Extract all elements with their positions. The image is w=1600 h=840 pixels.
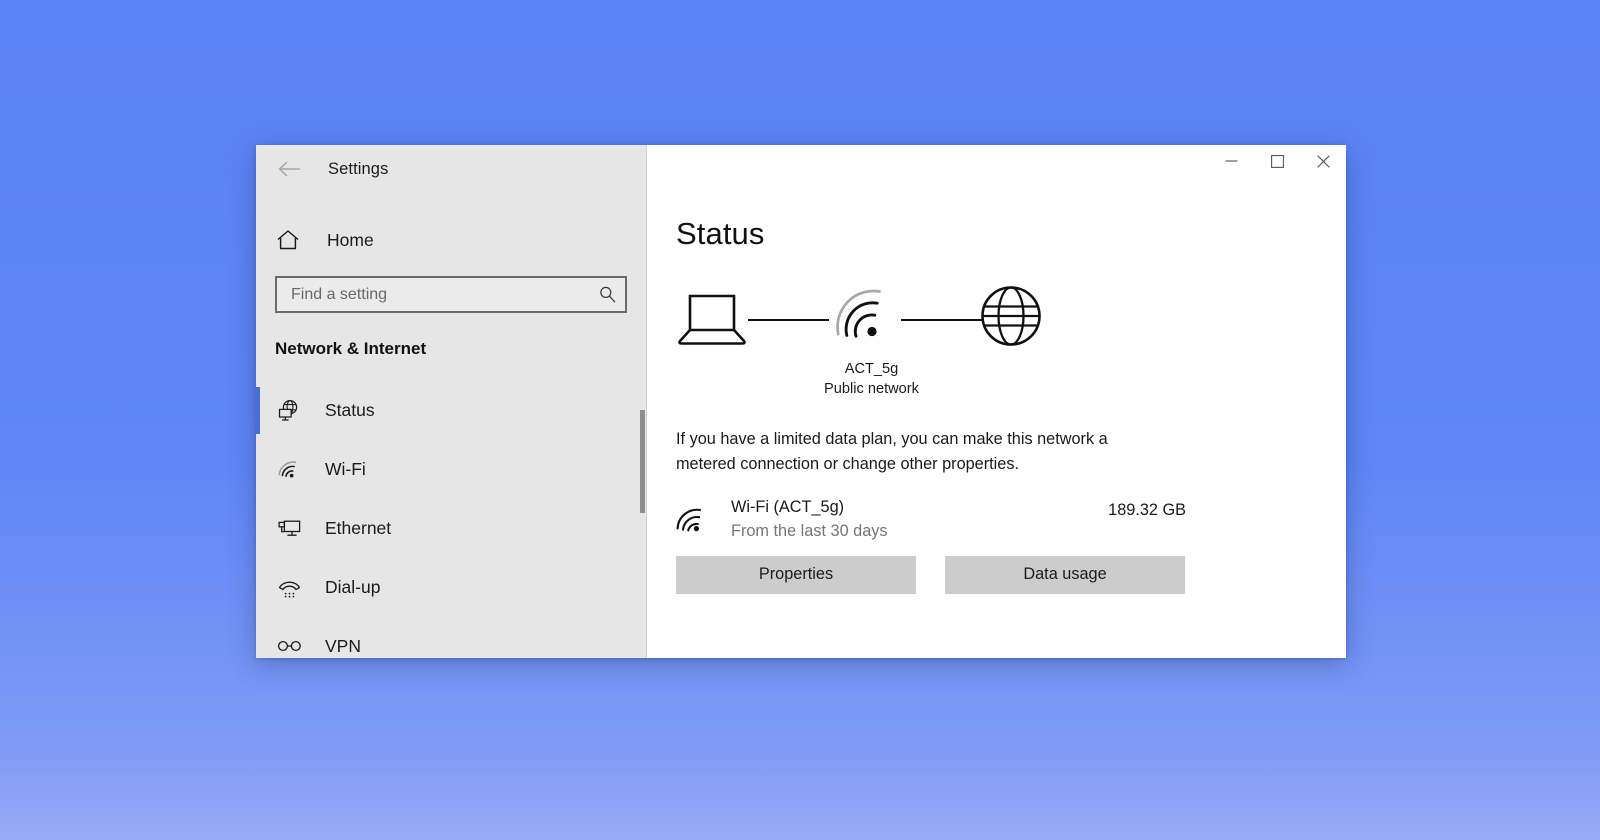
back-arrow-icon xyxy=(277,160,301,178)
sidebar-item-status[interactable]: Status xyxy=(256,381,647,440)
usage-amount: 189.32 GB xyxy=(1108,498,1186,520)
sidebar-titlebar: Settings xyxy=(256,145,647,193)
app-title: Settings xyxy=(328,160,388,179)
usage-period: From the last 30 days xyxy=(731,522,1108,541)
maximize-icon xyxy=(1271,155,1284,168)
ethernet-icon xyxy=(275,515,303,543)
sidebar-item-ethernet[interactable]: Ethernet xyxy=(256,499,647,558)
data-usage-summary: Wi-Fi (ACT_5g) From the last 30 days 189… xyxy=(676,498,1186,542)
globe-icon xyxy=(979,284,1043,353)
laptop-icon xyxy=(676,289,748,352)
sidebar-item-label: Status xyxy=(325,400,375,421)
metered-description: If you have a limited data plan, you can… xyxy=(676,427,1156,477)
minimize-button[interactable] xyxy=(1208,145,1254,177)
network-diagram: ACT_5g Public network xyxy=(676,281,1096,391)
home-icon xyxy=(276,229,306,251)
network-status-icon xyxy=(275,397,303,425)
main-content: Status xyxy=(647,145,1346,658)
sidebar-item-home[interactable]: Home xyxy=(256,218,647,262)
home-label: Home xyxy=(327,230,374,251)
usage-texts: Wi-Fi (ACT_5g) From the last 30 days xyxy=(731,498,1108,541)
wifi-icon xyxy=(275,456,303,484)
sidebar-item-wifi[interactable]: Wi-Fi xyxy=(256,440,647,499)
properties-button[interactable]: Properties xyxy=(676,556,916,594)
sidebar-item-label: VPN xyxy=(325,636,361,657)
sidebar-item-label: Dial-up xyxy=(325,577,380,598)
maximize-button[interactable] xyxy=(1254,145,1300,177)
wifi-signal-icon xyxy=(676,498,714,542)
network-type: Public network xyxy=(764,379,979,399)
sidebar-scrollbar-thumb[interactable] xyxy=(640,410,645,513)
sidebar-nav: Status Wi-Fi xyxy=(256,381,647,658)
sidebar-item-vpn[interactable]: VPN xyxy=(256,617,647,658)
settings-window: Settings Home Network & Internet xyxy=(256,145,1346,658)
usage-network-name: Wi-Fi (ACT_5g) xyxy=(731,498,1108,517)
close-button[interactable] xyxy=(1300,145,1346,177)
wifi-signal-icon xyxy=(835,283,897,346)
diagram-link-left xyxy=(748,319,829,321)
diagram-caption: ACT_5g Public network xyxy=(764,359,979,399)
search-input[interactable] xyxy=(291,286,598,304)
sidebar-section-title: Network & Internet xyxy=(275,339,647,359)
search-icon xyxy=(598,285,617,304)
minimize-icon xyxy=(1225,155,1238,167)
page-title: Status xyxy=(676,216,1346,252)
action-buttons: Properties Data usage xyxy=(676,556,1346,594)
close-icon xyxy=(1317,155,1330,168)
dialup-phone-icon xyxy=(275,574,303,602)
network-name: ACT_5g xyxy=(764,359,979,379)
back-button[interactable] xyxy=(266,152,312,186)
sidebar-item-label: Wi-Fi xyxy=(325,459,366,480)
vpn-icon xyxy=(275,633,303,659)
diagram-link-right xyxy=(901,319,982,321)
search-box[interactable] xyxy=(275,276,627,313)
data-usage-button[interactable]: Data usage xyxy=(945,556,1185,594)
sidebar-item-dialup[interactable]: Dial-up xyxy=(256,558,647,617)
window-controls xyxy=(647,145,1346,193)
sidebar: Settings Home Network & Internet xyxy=(256,145,647,658)
sidebar-item-label: Ethernet xyxy=(325,518,391,539)
